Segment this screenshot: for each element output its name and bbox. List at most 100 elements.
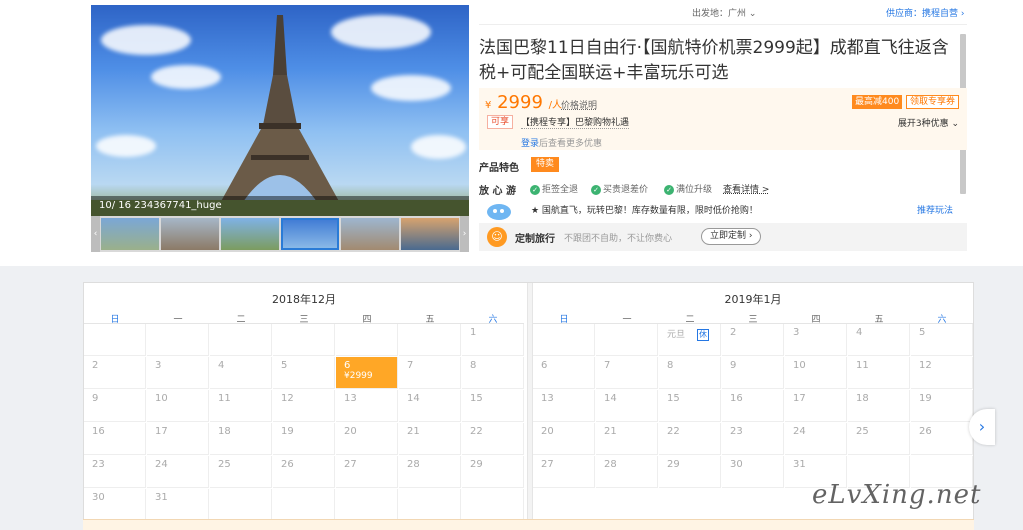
- month-title: 2019年1月: [724, 293, 782, 306]
- calendar-day: [273, 324, 335, 356]
- calendar-day[interactable]: 3: [785, 324, 847, 356]
- feature-tag: 特卖: [531, 157, 560, 172]
- chevron-right-icon[interactable]: ›: [460, 216, 469, 252]
- calendar-day[interactable]: 22: [462, 423, 524, 455]
- calendar-day[interactable]: 元旦 休: [659, 324, 721, 356]
- rest-day-badge: 休: [697, 329, 710, 341]
- calendar-day-selected[interactable]: 6 ¥2999: [336, 357, 398, 389]
- calendar-day[interactable]: 15: [462, 390, 524, 422]
- promo-text[interactable]: 【携程专享】巴黎购物礼遇: [521, 115, 630, 129]
- calendar-day[interactable]: 29: [462, 456, 524, 488]
- calendar-day[interactable]: 21: [399, 423, 461, 455]
- coupon-link[interactable]: 领取专享券: [906, 95, 960, 109]
- recommend-link[interactable]: 推荐玩法: [917, 203, 953, 216]
- calendar-day[interactable]: 9: [722, 357, 784, 389]
- product-hero-image[interactable]: [91, 5, 469, 216]
- calendar-day[interactable]: 13: [336, 390, 398, 422]
- calendar-day[interactable]: 2: [84, 357, 146, 389]
- calendar-day[interactable]: 28: [596, 456, 658, 488]
- thumbnail[interactable]: [221, 218, 279, 250]
- calendar-day[interactable]: 6: [533, 357, 595, 389]
- custom-travel-subtitle: 不跟团不自助，不让你费心: [564, 234, 673, 244]
- calendar-day[interactable]: 16: [84, 423, 146, 455]
- calendar-day[interactable]: 4: [210, 357, 272, 389]
- thumbnail[interactable]: [401, 218, 459, 250]
- thumbnail-active[interactable]: [281, 218, 339, 250]
- calendar-day[interactable]: 28: [399, 456, 461, 488]
- calendar-day[interactable]: 27: [533, 456, 595, 488]
- calendar-day[interactable]: 25: [210, 456, 272, 488]
- calendar-day[interactable]: 19: [273, 423, 335, 455]
- calendar-day[interactable]: 7: [399, 357, 461, 389]
- assure-item-label: 拒签全退: [542, 185, 579, 195]
- calendar-day[interactable]: 9: [84, 390, 146, 422]
- price-note-link[interactable]: 价格说明: [561, 98, 597, 111]
- calendar-day[interactable]: 30: [84, 489, 146, 521]
- supplier-link[interactable]: 供应商：携程自营 ›: [886, 6, 965, 19]
- product-title: 法国巴黎11日自由行·【国航特价机票2999起】成都直飞往返含税+可配全国联运+…: [479, 38, 949, 83]
- calendar-day[interactable]: 10: [785, 357, 847, 389]
- calendar-day[interactable]: 15: [659, 390, 721, 422]
- calendar-day[interactable]: 21: [596, 423, 658, 455]
- calendar-day[interactable]: 2: [722, 324, 784, 356]
- calendar-day[interactable]: 30: [722, 456, 784, 488]
- calendar-day[interactable]: 16: [722, 390, 784, 422]
- calendar-day[interactable]: 14: [399, 390, 461, 422]
- calendar-day[interactable]: 11: [848, 357, 910, 389]
- calendar-day[interactable]: 29: [659, 456, 721, 488]
- chevron-left-icon[interactable]: ‹: [91, 216, 100, 252]
- calendar-day: [596, 324, 658, 356]
- thumbnail[interactable]: [341, 218, 399, 250]
- calendar-day[interactable]: 23: [84, 456, 146, 488]
- calendar-day[interactable]: 11: [210, 390, 272, 422]
- calendar-day[interactable]: 19: [911, 390, 973, 422]
- calendar-day[interactable]: 22: [659, 423, 721, 455]
- thumbnail[interactable]: [161, 218, 219, 250]
- calendar-day: [462, 489, 524, 521]
- expand-offers-button[interactable]: 展开3种优惠 ⌄: [898, 116, 959, 129]
- recommend-text: ★ 国航直飞，玩转巴黎！库存数量有限，限时低价抢购！: [531, 206, 758, 216]
- calendar-day[interactable]: 8: [659, 357, 721, 389]
- calendar-day[interactable]: 25: [848, 423, 910, 455]
- calendar-day[interactable]: 24: [147, 456, 209, 488]
- gallery-caption: 10/ 16 234367741_huge: [91, 196, 469, 216]
- supplier-label: 供应商：携程自营: [886, 9, 959, 19]
- calendar-day[interactable]: 27: [336, 456, 398, 488]
- calendar-day[interactable]: 20: [533, 423, 595, 455]
- check-icon: ✓: [664, 184, 674, 195]
- departure-selector[interactable]: 出发地：广州 ⌄: [692, 6, 756, 19]
- calendar-day[interactable]: 4: [848, 324, 910, 356]
- calendar-day[interactable]: 26: [911, 423, 973, 455]
- calendar-day[interactable]: 12: [911, 357, 973, 389]
- calendar-day: [147, 324, 209, 356]
- calendar-day[interactable]: 20: [336, 423, 398, 455]
- assure-item: ✓ 满位升级: [664, 182, 712, 195]
- calendar-day[interactable]: 31: [147, 489, 209, 521]
- thumbnail[interactable]: [101, 218, 159, 250]
- calendar-day[interactable]: 3: [147, 357, 209, 389]
- calendar-day[interactable]: 1: [462, 324, 524, 356]
- assure-label: 放 心 游: [479, 186, 516, 197]
- calendar-day[interactable]: 18: [210, 423, 272, 455]
- thumbnail-strip: ‹ ›: [91, 216, 469, 252]
- calendar-day[interactable]: 10: [147, 390, 209, 422]
- calendar-day[interactable]: 26: [273, 456, 335, 488]
- calendar-day[interactable]: 12: [273, 390, 335, 422]
- calendar-day[interactable]: 23: [722, 423, 784, 455]
- calendar-day[interactable]: 17: [785, 390, 847, 422]
- calendar-day[interactable]: 14: [596, 390, 658, 422]
- assure-details-link[interactable]: 查看详情 >: [723, 182, 769, 195]
- custom-travel-button[interactable]: 立即定制 ›: [701, 228, 762, 245]
- calendar-day[interactable]: 13: [533, 390, 595, 422]
- calendar-day[interactable]: 5: [273, 357, 335, 389]
- bottom-strip: [83, 519, 974, 530]
- calendar-day[interactable]: 8: [462, 357, 524, 389]
- calendar-day[interactable]: 18: [848, 390, 910, 422]
- calendar-day[interactable]: 5: [911, 324, 973, 356]
- calendar-day[interactable]: 7: [596, 357, 658, 389]
- calendar-day[interactable]: 24: [785, 423, 847, 455]
- calendar-day: [84, 324, 146, 356]
- expand-offers-label: 展开3种优惠: [897, 119, 949, 129]
- login-link[interactable]: 登录: [521, 139, 539, 149]
- calendar-day[interactable]: 17: [147, 423, 209, 455]
